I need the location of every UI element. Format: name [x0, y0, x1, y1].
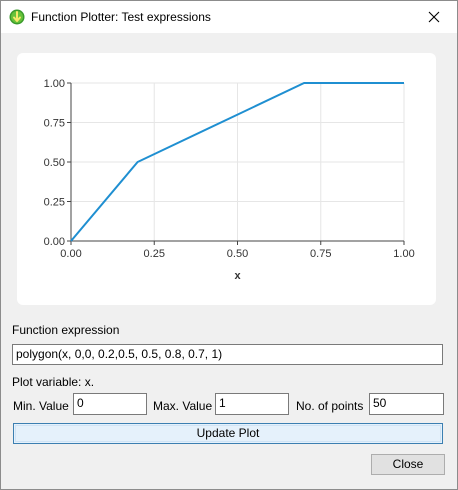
min-value-label: Min. Value: [13, 399, 69, 413]
x-axis-label: x: [234, 270, 241, 282]
function-expression-input[interactable]: polygon(x, 0,0, 0.2,0.5, 0.5, 0.8, 0.7, …: [12, 344, 443, 365]
title-bar[interactable]: Function Plotter: Test expressions: [1, 1, 457, 33]
max-value-label: Max. Value: [153, 399, 213, 413]
x-tick-label: 0.25: [144, 248, 165, 260]
function-expression-label: Function expression: [12, 323, 120, 337]
y-tick-label: 1.00: [44, 78, 65, 90]
y-tick-label: 0.00: [44, 236, 65, 248]
x-tick-label: 0.00: [60, 248, 81, 260]
y-tick-label: 0.50: [44, 157, 65, 169]
y-tick-label: 0.75: [44, 118, 65, 130]
x-tick-label: 0.50: [227, 248, 248, 260]
function-plotter-window: Function Plotter: Test expressions 0.00 0…: [0, 0, 458, 490]
points-label: No. of points: [296, 399, 364, 413]
window-title: Function Plotter: Test expressions: [31, 10, 211, 24]
x-tick-label: 1.00: [393, 248, 414, 260]
min-value-input[interactable]: 0: [73, 393, 147, 415]
update-plot-button[interactable]: Update Plot: [13, 423, 443, 444]
line-chart: 0.00 0.25 0.50 0.75 1.00 0.00 0.25 0.50 0.75 1.00…: [44, 78, 415, 282]
y-tick-label: 0.25: [44, 197, 65, 209]
green-circle-arrow-icon: [9, 9, 25, 25]
close-icon: [428, 11, 440, 23]
max-value-input[interactable]: 1: [215, 393, 289, 415]
points-input[interactable]: 50: [369, 393, 444, 415]
close-button[interactable]: Close: [371, 454, 445, 475]
plot-variable-text: Plot variable: x.: [12, 375, 95, 389]
x-tick-label: 0.75: [310, 248, 331, 260]
close-window-button[interactable]: [411, 1, 457, 33]
plot-area: 0.00 0.25 0.50 0.75 1.00 0.00 0.25 0.50 0.75 1.00…: [17, 53, 436, 305]
